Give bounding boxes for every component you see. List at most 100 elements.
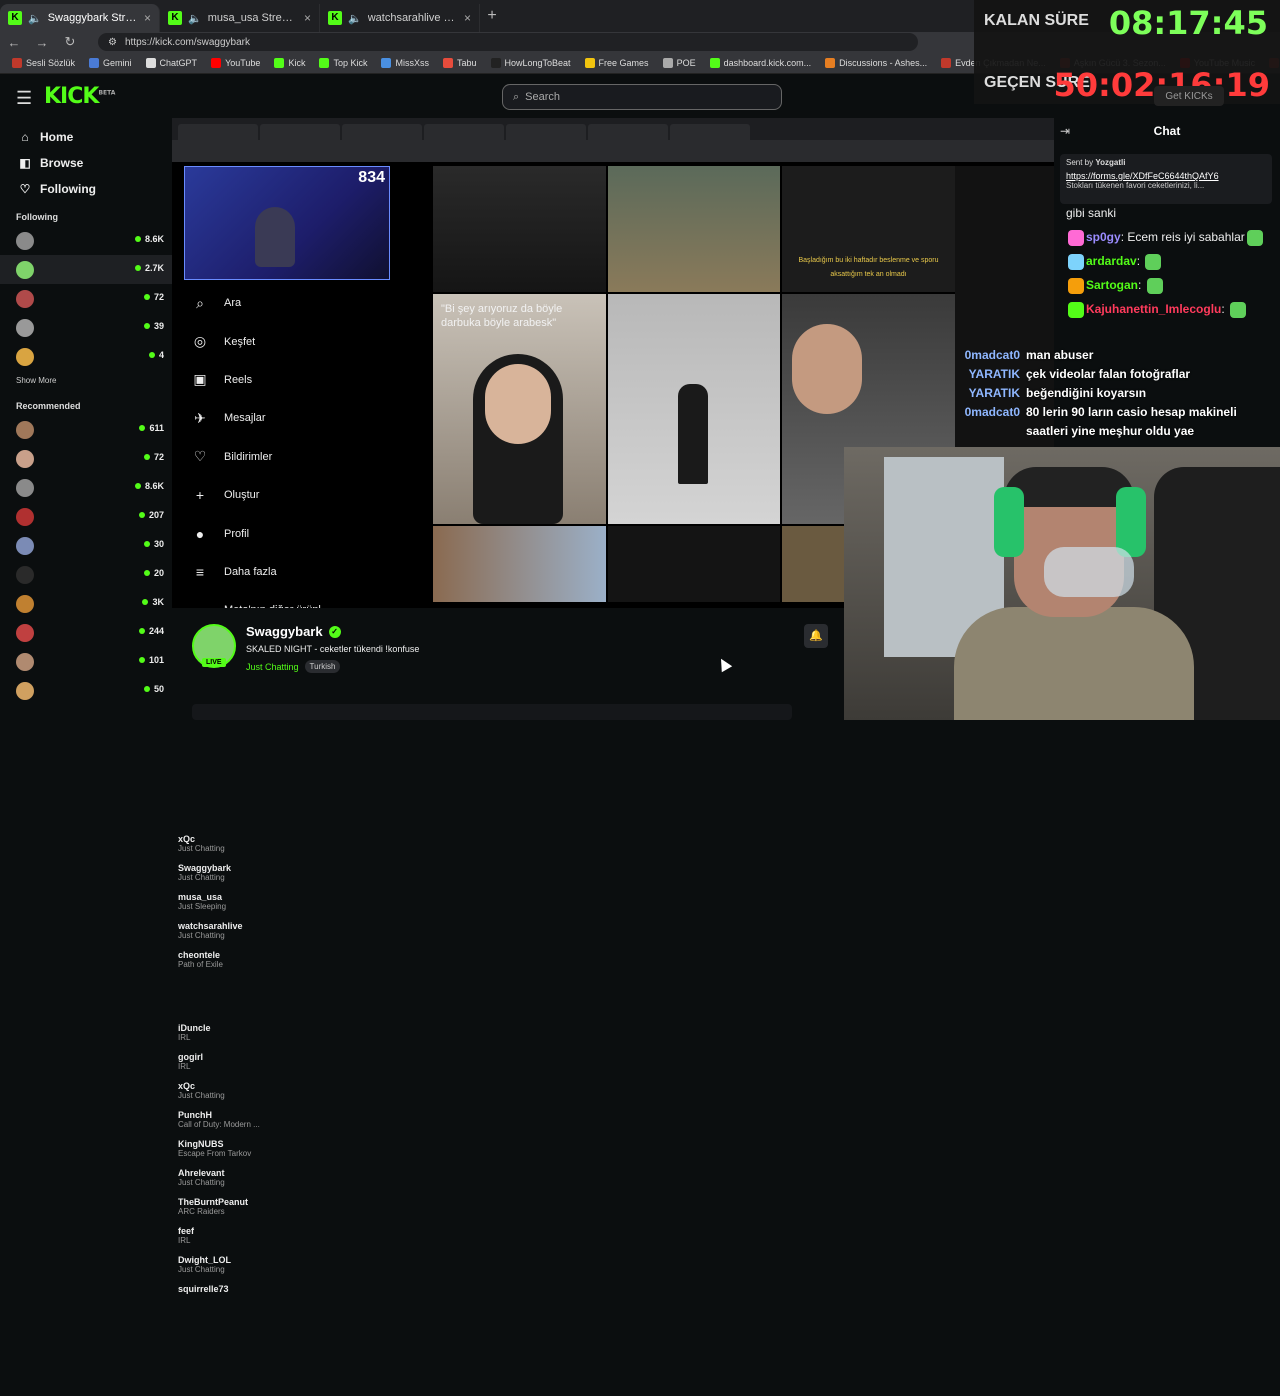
badge-icon [1068, 301, 1084, 318]
grid-post[interactable] [433, 166, 606, 292]
notification-bell-icon[interactable]: 🔔 [804, 624, 828, 648]
bookmark-favicon-icon [145, 57, 156, 68]
grid-post[interactable] [608, 526, 780, 602]
grid-post[interactable]: Başladığım bu iki haftadır beslenme ve s… [782, 166, 955, 292]
channel-item[interactable]: feef IRL 244 [0, 618, 278, 1338]
nav-following[interactable]: ♡ Following [0, 176, 172, 202]
channel-avatar [16, 420, 34, 439]
search-icon: ⌕ [513, 90, 520, 103]
speaker-icon[interactable]: 🔈 [28, 12, 42, 25]
channel-item[interactable]: iDuncle IRL 611 [0, 415, 278, 1135]
grid-post[interactable] [608, 166, 780, 292]
ig-menu-label: Ara [224, 297, 242, 310]
close-tab-icon[interactable]: × [304, 11, 311, 25]
chat-text: gibi sanki [1066, 206, 1117, 220]
bookmark-item[interactable]: Free Games [584, 57, 649, 68]
channel-item[interactable]: watchsarahlive Just Chatting 39 [0, 313, 278, 1033]
viewer-count: 8.6K [134, 234, 164, 244]
pinned-link[interactable]: https://forms.gle/XDfFeC6644thQAfY6 [1066, 171, 1266, 181]
channel-item[interactable]: Ahrelevant Just Chatting 20 [0, 560, 278, 1280]
channel-item[interactable]: squirrelle73 50 [0, 676, 278, 1396]
browser-tab[interactable]: K 🔈 musa_usa Stream - Watch Li × [160, 4, 320, 32]
chat-message: gibi sanki [1066, 204, 1280, 222]
grid-post[interactable]: "Bi şey arıyoruz da böyle darbuka böyle … [433, 294, 606, 524]
channel-item[interactable]: Dwight_LOL Just Chatting 101 [0, 647, 278, 1367]
viewer-count-value: 39 [153, 321, 164, 331]
kick-favicon-icon: K [8, 11, 22, 25]
nav-browse[interactable]: ◧ Browse [0, 150, 172, 176]
chat-username[interactable]: Sartogan [1086, 278, 1138, 292]
channel-avatar [16, 594, 34, 613]
site-info-icon[interactable]: ⚙ [108, 37, 117, 48]
bookmark-item[interactable]: Kick [274, 57, 305, 68]
viewer-count: 2.7K [134, 263, 164, 273]
overlay-chat-text: beğendiğini koyarsın [1026, 386, 1147, 400]
bookmark-item[interactable]: dashboard.kick.com... [709, 57, 811, 68]
ig-menu-item: ≡ Daha fazla [190, 553, 410, 591]
chat-username[interactable]: ardardav [1086, 254, 1137, 268]
forward-icon[interactable]: → [28, 35, 56, 50]
nav-home[interactable]: ⌂ Home [0, 124, 172, 150]
pinned-sender[interactable]: Yozgatli [1095, 158, 1125, 167]
bookmark-item[interactable]: YouTube [211, 57, 260, 68]
viewer-count-value: 8.6K [144, 234, 164, 244]
bookmark-favicon-icon [211, 57, 222, 68]
language-tag[interactable]: Turkish [304, 660, 341, 673]
channel-item[interactable]: cheontele Path of Exile 4 [0, 342, 278, 1062]
chat-username[interactable]: sp0gy [1086, 230, 1121, 244]
browser-tab[interactable]: K 🔈 Swaggybark Stream - Watch × [0, 4, 160, 32]
bookmark-item[interactable]: Discussions - Ashes... [825, 57, 928, 68]
viewer-count-value: 2.7K [144, 263, 164, 273]
channel-item[interactable]: PunchH Call of Duty: Modern ... 207 [0, 502, 278, 1222]
hamburger-menu-icon[interactable]: ☰ [16, 88, 32, 109]
grid-post[interactable] [433, 526, 606, 602]
channel-item[interactable]: gogirl IRL 72 [0, 444, 278, 1164]
show-more-link[interactable]: Show More [0, 371, 172, 391]
chat-message: Sartogan: [1066, 276, 1280, 294]
speaker-icon[interactable]: 🔈 [188, 12, 202, 25]
reload-icon[interactable]: ↻ [56, 34, 84, 50]
bookmark-label: Discussions - Ashes... [839, 57, 928, 68]
streamer-pc-webcam: 834 [184, 166, 390, 280]
bookmark-item[interactable]: Tabu [442, 57, 477, 68]
remaining-value: 08:17:45 [1108, 4, 1268, 42]
ig-menu-label: Reels [224, 373, 253, 386]
bookmark-favicon-icon [584, 57, 595, 68]
bookmark-favicon-icon [442, 57, 453, 68]
chat-username[interactable]: Kajuhanettin_Imlecoglu [1086, 302, 1221, 316]
back-icon[interactable]: ← [0, 35, 28, 50]
search-input[interactable]: ⌕ Search [502, 84, 782, 110]
kick-logo[interactable]: KICKBETA [44, 84, 115, 109]
ig-menu-item: ∞Meta'nın diğer ürünl [190, 591, 410, 608]
bookmark-item[interactable]: POE [662, 57, 696, 68]
channel-item[interactable]: xQc Just Chatting 8.6K [0, 226, 278, 946]
grid-post[interactable] [608, 294, 780, 524]
channel-item[interactable]: Swaggybark Just Chatting 2.7K [0, 255, 278, 975]
channel-avatar [16, 652, 34, 671]
channel-item[interactable]: musa_usa Just Sleeping 72 [0, 284, 278, 1004]
url-bar[interactable]: ⚙ https://kick.com/swaggybark [98, 33, 918, 51]
channel-item[interactable]: TheBurntPeanut ARC Raiders 3K [0, 589, 278, 1309]
emote-icon [1145, 253, 1162, 270]
streamer-name[interactable]: Swaggybark [246, 624, 323, 639]
close-tab-icon[interactable]: × [144, 11, 151, 25]
bookmark-item[interactable]: ChatGPT [145, 57, 197, 68]
badge-icon [1068, 277, 1084, 294]
bookmark-favicon-icon [274, 57, 285, 68]
bookmark-item[interactable]: Gemini [89, 57, 132, 68]
browser-tab[interactable]: K 🔈 watchsarahlive Stream - Wa × [320, 4, 480, 32]
bookmark-item[interactable]: Top Kick [319, 57, 367, 68]
speaker-icon[interactable]: 🔈 [348, 12, 362, 25]
bookmark-item[interactable]: MissXss [381, 57, 429, 68]
bookmark-item[interactable]: HowLongToBeat [490, 57, 571, 68]
channel-item[interactable]: xQc Just Chatting 8.6K [0, 473, 278, 1193]
get-kicks-button[interactable]: Get KICKs [1154, 86, 1224, 106]
overlay-chat-message: YARATIK beğendiğini koyarsın [960, 384, 1280, 403]
bookmark-item[interactable]: Sesli Sözlük [12, 57, 75, 68]
channel-name: PunchH [178, 1110, 213, 1120]
stream-category[interactable]: Just Chatting [246, 662, 299, 672]
tab-title: watchsarahlive Stream - Wa [367, 12, 458, 24]
close-tab-icon[interactable]: × [464, 11, 471, 25]
channel-item[interactable]: KingNUBS Escape From Tarkov 30 [0, 531, 278, 1251]
new-tab-button[interactable]: + [480, 7, 504, 25]
